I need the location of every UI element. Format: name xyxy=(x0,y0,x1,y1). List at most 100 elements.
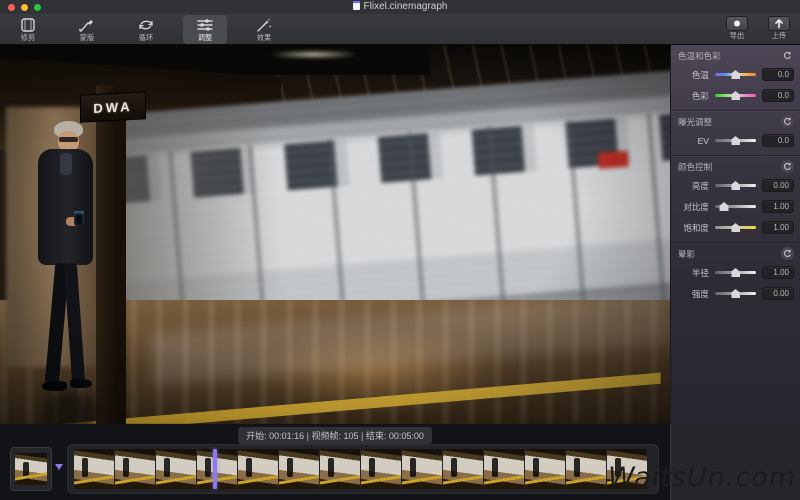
slider-label: 亮度 xyxy=(691,181,709,191)
tool-label-adjust: 调整 xyxy=(197,33,213,42)
slider-handle[interactable] xyxy=(731,289,740,298)
slider-row: 强度 0.00 xyxy=(671,283,800,304)
slider-label: 色彩 xyxy=(691,91,709,101)
tool-effects[interactable]: 效果 xyxy=(242,15,286,44)
section-title: 晕影 xyxy=(678,249,696,259)
section-title: 曝光调整 xyxy=(678,117,713,127)
timeline-thumbnail[interactable] xyxy=(115,449,155,489)
slider-handle[interactable] xyxy=(719,202,729,211)
tool-trim[interactable]: 修剪 xyxy=(6,15,50,44)
chevron-down-icon[interactable] xyxy=(55,464,63,470)
slider[interactable] xyxy=(715,181,756,190)
panel-section: 曝光调整 EV 0.0 xyxy=(671,110,800,155)
watermark: WaitsUn.com xyxy=(607,462,796,493)
slider[interactable] xyxy=(715,289,756,298)
slider[interactable] xyxy=(715,70,756,79)
tool-label-trim: 修剪 xyxy=(20,33,36,42)
slider-handle[interactable] xyxy=(731,223,740,232)
export-label: 导出 xyxy=(729,31,745,40)
loop-preview-thumbnail[interactable] xyxy=(10,447,52,491)
timeline-thumbnail[interactable] xyxy=(566,449,606,489)
reset-button[interactable] xyxy=(781,247,794,260)
slider-row: 饱和度 1.00 xyxy=(671,217,800,238)
panel-section: 色温和色彩 色温 0.0 色彩 0.0 xyxy=(671,45,800,110)
slider-handle[interactable] xyxy=(731,136,740,145)
trim-icon xyxy=(18,16,38,33)
reset-button[interactable] xyxy=(781,49,794,62)
slider-handle[interactable] xyxy=(731,181,740,190)
reset-button[interactable] xyxy=(781,115,794,128)
value-field[interactable]: 0.0 xyxy=(762,68,794,81)
upload-icon xyxy=(768,16,790,31)
filmstrip[interactable] xyxy=(67,444,659,494)
slider-row: EV 0.0 xyxy=(671,130,800,151)
tool-mask[interactable]: 蒙版 xyxy=(65,15,109,44)
slider-row: 对比度 1.00 xyxy=(671,196,800,217)
tool-label-mask: 蒙版 xyxy=(79,33,95,42)
video-canvas[interactable]: DWA xyxy=(0,45,670,424)
value-field[interactable]: 1.00 xyxy=(762,200,794,213)
timeline-thumbnail[interactable] xyxy=(402,449,442,489)
value-field[interactable]: 0.0 xyxy=(762,134,794,147)
slider-row: 色温 0.0 xyxy=(671,64,800,85)
toolbar: 修剪 蒙版 循环 调整 效果 导出 上传 xyxy=(0,14,800,45)
slider-handle[interactable] xyxy=(731,268,740,277)
upload-button[interactable]: 上传 xyxy=(760,15,798,44)
titlebar: Flixel.cinemagraph xyxy=(0,0,800,14)
value-field[interactable]: 0.00 xyxy=(762,179,794,192)
slider[interactable] xyxy=(715,202,756,211)
mask-brush-icon xyxy=(77,16,97,33)
slider-label: 饱和度 xyxy=(683,223,709,233)
slider-label: EV xyxy=(697,135,709,146)
export-icon xyxy=(726,16,748,31)
preview-frame xyxy=(15,453,47,485)
value-field[interactable]: 1.00 xyxy=(762,221,794,234)
section-title: 颜色控制 xyxy=(678,162,713,172)
document-icon xyxy=(352,1,360,10)
slider[interactable] xyxy=(715,91,756,100)
export-button[interactable]: 导出 xyxy=(718,15,756,44)
slider-handle[interactable] xyxy=(731,91,740,100)
timeline-thumbnail[interactable] xyxy=(320,449,360,489)
panel-section: 颜色控制 亮度 0.00 对比度 1.00 饱和度 1.00 xyxy=(671,155,800,242)
adjust-sliders-icon xyxy=(195,16,215,33)
slider[interactable] xyxy=(715,268,756,277)
value-field[interactable]: 0.0 xyxy=(762,89,794,102)
timeline-thumbnail[interactable] xyxy=(525,449,565,489)
upload-label: 上传 xyxy=(771,31,787,40)
timeline-thumbnail[interactable] xyxy=(156,449,196,489)
panel-section: 晕影 半径 1.00 强度 0.00 xyxy=(671,242,800,308)
action-group: 导出 上传 xyxy=(718,15,798,44)
tool-adjust[interactable]: 调整 xyxy=(183,15,227,44)
tool-label-loop: 循环 xyxy=(138,33,154,42)
slider[interactable] xyxy=(715,223,756,232)
timeline-thumbnail[interactable] xyxy=(197,449,237,489)
adjustments-panel: 色温和色彩 色温 0.0 色彩 0.0 曝光调整 EV 0.0 颜色控制 亮度 … xyxy=(670,45,800,424)
clip-info: 开始: 00:01:16 | 视频帧: 105 | 结束: 00:05:00 xyxy=(238,427,432,444)
slider-row: 色彩 0.0 xyxy=(671,85,800,106)
timeline-thumbnail[interactable] xyxy=(74,449,114,489)
value-field[interactable]: 0.00 xyxy=(762,287,794,300)
tool-label-effects: 效果 xyxy=(256,33,272,42)
playhead[interactable] xyxy=(212,449,217,489)
slider-handle[interactable] xyxy=(731,70,740,79)
reset-button[interactable] xyxy=(781,160,794,173)
slider-label: 半径 xyxy=(691,268,709,278)
timeline-thumbnail[interactable] xyxy=(443,449,483,489)
timeline-thumbnail[interactable] xyxy=(279,449,319,489)
slider-label: 对比度 xyxy=(683,202,709,212)
section-title: 色温和色彩 xyxy=(678,51,721,61)
value-field[interactable]: 1.00 xyxy=(762,266,794,279)
timeline-thumbnail[interactable] xyxy=(361,449,401,489)
tool-loop[interactable]: 循环 xyxy=(124,15,168,44)
slider[interactable] xyxy=(715,136,756,145)
loop-icon xyxy=(136,16,156,33)
timeline-thumbnail[interactable] xyxy=(484,449,524,489)
slider-row: 半径 1.00 xyxy=(671,262,800,283)
effects-wand-icon xyxy=(254,16,274,33)
tool-group: 修剪 蒙版 循环 调整 效果 xyxy=(6,15,286,44)
app-window: Flixel.cinemagraph 修剪 蒙版 循环 调整 效果 导出 上传 xyxy=(0,0,800,500)
window-title: Flixel.cinemagraph xyxy=(0,0,800,14)
slider-label: 色温 xyxy=(691,70,709,80)
timeline-thumbnail[interactable] xyxy=(238,449,278,489)
